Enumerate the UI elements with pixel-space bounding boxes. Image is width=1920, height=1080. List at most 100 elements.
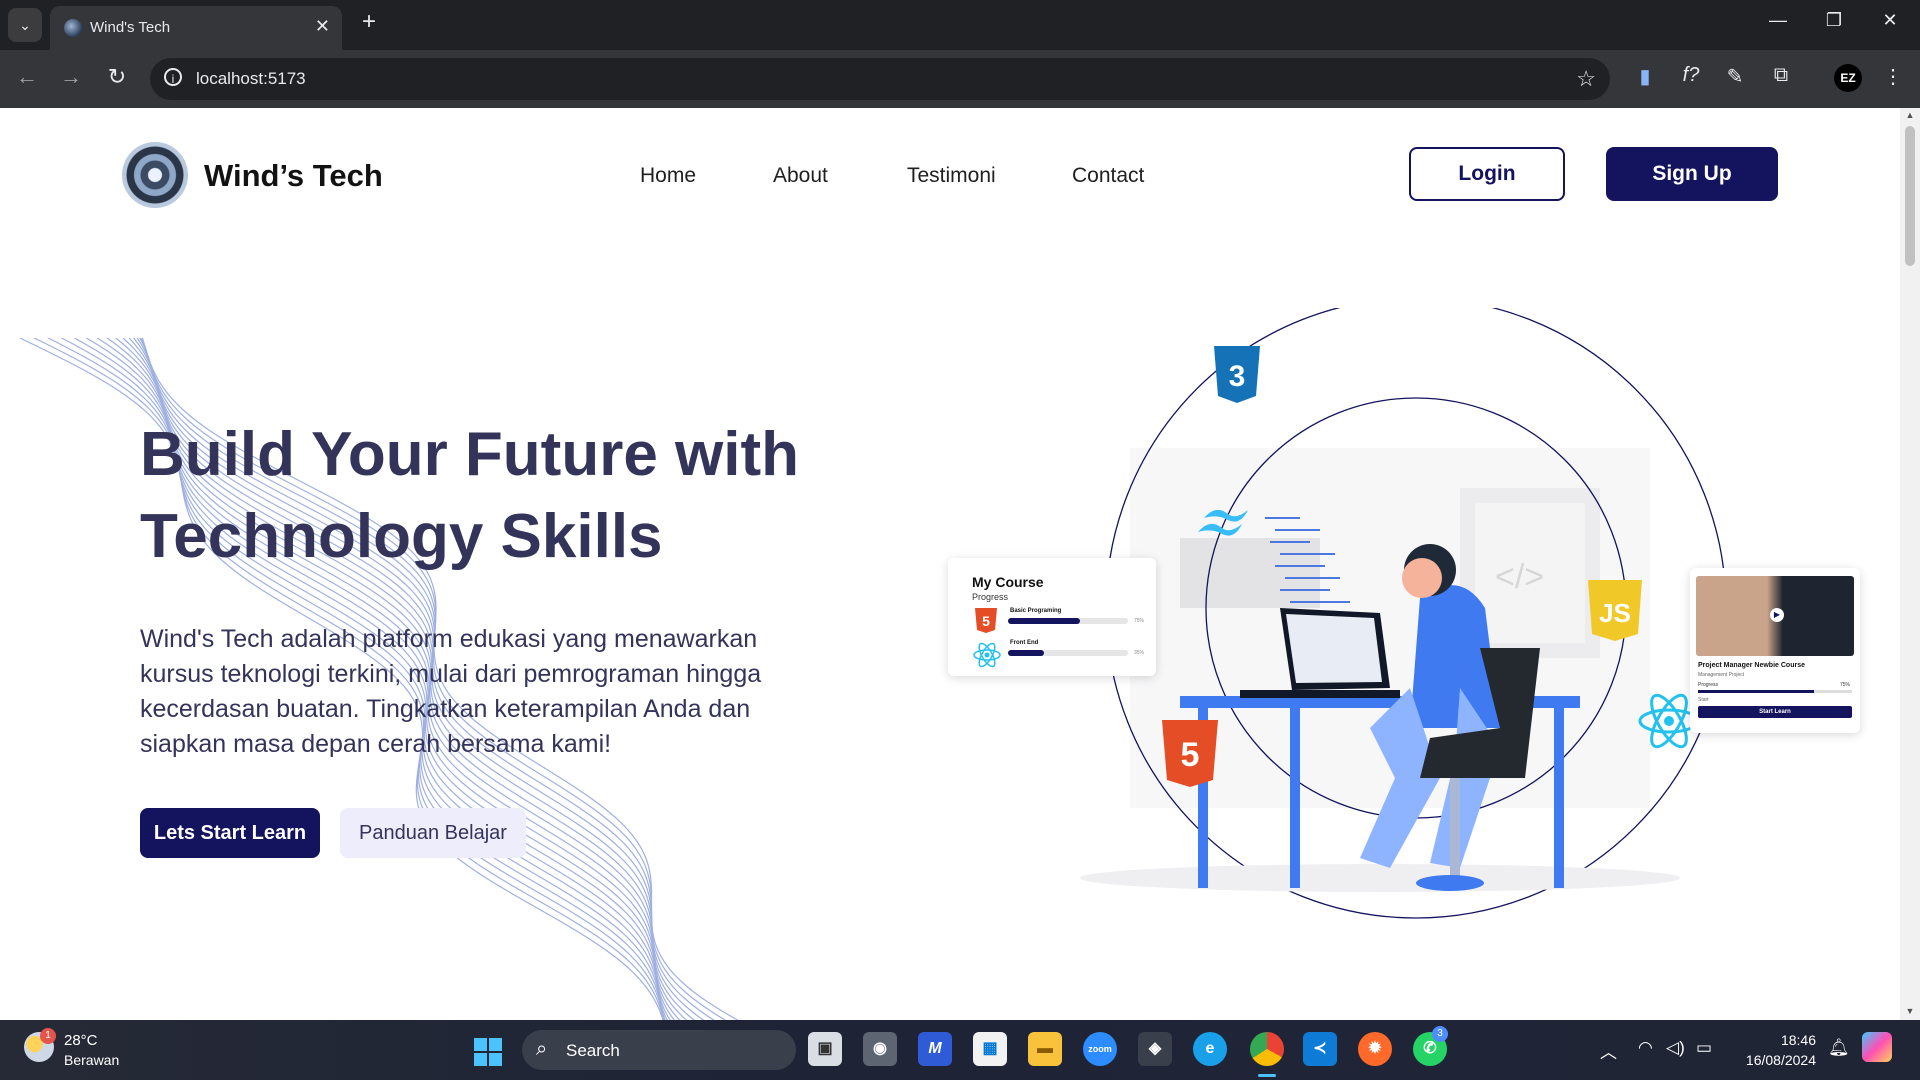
nav-home[interactable]: Home	[640, 164, 696, 188]
hero-description: Wind's Tech adalah platform edukasi yang…	[140, 625, 762, 758]
hero-title: Build Your Future with Technology Skills	[140, 420, 799, 571]
signup-button[interactable]: Sign Up	[1606, 147, 1778, 201]
project-course-title: Project Manager Newbie Course	[1698, 662, 1805, 669]
web-page: Wind’s Tech Home About Testimoni Contact…	[0, 108, 1900, 1020]
extension-icon[interactable]: ▮	[1630, 64, 1660, 89]
weather-temperature[interactable]: 28°C	[64, 1032, 98, 1049]
brand-name[interactable]: Wind’s Tech	[204, 158, 383, 194]
project-course-card: ▶ Project Manager Newbie Course Manageme…	[1690, 568, 1860, 733]
volume-icon[interactable]: ◁)	[1666, 1038, 1685, 1058]
course-thumbnail: ▶	[1696, 576, 1854, 656]
chevron-down-icon: ⌄	[19, 16, 31, 33]
chrome-icon[interactable]	[1250, 1032, 1284, 1066]
tab-close-icon[interactable]: ✕	[315, 16, 330, 37]
star-icon[interactable]: ☆	[1576, 66, 1596, 92]
new-tab-button[interactable]: +	[354, 8, 384, 36]
search-label: Search	[566, 1041, 620, 1060]
nav-testimoni[interactable]: Testimoni	[907, 164, 996, 188]
project-meta: Start	[1698, 697, 1709, 703]
back-icon[interactable]: ←	[12, 64, 42, 90]
unity-icon[interactable]: ◈	[1138, 1032, 1172, 1066]
html5-icon: 5	[1162, 720, 1218, 787]
close-window-button[interactable]: ✕	[1870, 10, 1910, 31]
app-m-icon[interactable]: M	[918, 1032, 952, 1066]
course-progress-percent: 35%	[1134, 650, 1145, 656]
search-icon: ⌕	[536, 1038, 548, 1060]
learning-guide-button[interactable]: Panduan Belajar	[340, 808, 526, 858]
zoom-icon[interactable]: zoom	[1083, 1032, 1117, 1066]
url-text[interactable]: localhost:5173	[196, 69, 306, 89]
nav-contact[interactable]: Contact	[1072, 164, 1144, 188]
course-progress-fill	[1008, 650, 1044, 656]
scroll-thumb[interactable]	[1905, 126, 1915, 266]
project-progress-fill	[1698, 690, 1814, 693]
scroll-up-icon[interactable]: ▲	[1904, 110, 1916, 120]
more-icon[interactable]: ⋮	[1878, 64, 1908, 89]
login-button[interactable]: Login	[1409, 147, 1565, 201]
weather-badge: 1	[40, 1028, 56, 1044]
firefox-icon[interactable]: ✹	[1358, 1032, 1392, 1066]
copilot-icon[interactable]	[1862, 1032, 1892, 1062]
html5-icon: 5	[975, 608, 997, 633]
info-icon[interactable]: i	[164, 68, 182, 86]
puzzle-icon[interactable]: ⧉	[1766, 64, 1796, 87]
taskbar-search[interactable]: ⌕ Search	[522, 1030, 796, 1070]
clock-date[interactable]: 16/08/2024	[1736, 1052, 1816, 1068]
tab-title: Wind's Tech	[90, 19, 171, 36]
my-course-subtitle: Progress	[972, 592, 1009, 602]
tab-list-button[interactable]: ⌄	[8, 8, 42, 42]
edge-icon[interactable]: e	[1193, 1032, 1227, 1066]
whatsapp-badge: 3	[1432, 1026, 1448, 1042]
minimize-button[interactable]: —	[1758, 10, 1798, 31]
windows-taskbar: 1 28°C Berawan ⌕ Search ▣ ◉ M ▦ ▬ zoom ◈…	[0, 1020, 1920, 1080]
javascript-icon: JS	[1588, 580, 1642, 641]
start-learn-button[interactable]: Lets Start Learn	[140, 808, 320, 858]
play-icon[interactable]: ▶	[1770, 608, 1784, 622]
notification-bell-icon[interactable]: 🔔︎	[1828, 1038, 1850, 1058]
profile-avatar[interactable]: EZ	[1834, 64, 1862, 92]
task-view-icon[interactable]: ▣	[808, 1032, 842, 1066]
vscode-icon[interactable]: ≺	[1303, 1032, 1337, 1066]
weather-description[interactable]: Berawan	[64, 1052, 119, 1068]
wifi-icon[interactable]: ◠	[1638, 1038, 1653, 1058]
browser-toolbar: ← → ↻ i localhost:5173 ☆ ▮ f? ✎ ⧉ EZ ⋮	[0, 50, 1920, 108]
start-learn-card-button[interactable]: Start Learn	[1698, 706, 1852, 718]
forward-icon[interactable]: →	[56, 64, 86, 90]
project-progress-bar	[1698, 690, 1852, 693]
address-bar[interactable]: i localhost:5173 ☆	[150, 58, 1610, 100]
svg-text:JS: JS	[1599, 598, 1631, 628]
react-icon	[973, 642, 1001, 668]
clock-time[interactable]: 18:46	[1780, 1032, 1816, 1048]
tailwind-icon	[1198, 509, 1248, 536]
my-course-title: My Course	[972, 574, 1044, 590]
course-progress-bar	[1008, 618, 1128, 624]
svg-text:3: 3	[1229, 360, 1246, 393]
my-course-card: My Course Progress 5 Basic Programing 75…	[948, 558, 1156, 676]
restore-button[interactable]: ❐	[1814, 10, 1854, 31]
course-row-label: Front End	[1010, 640, 1039, 646]
browser-titlebar: ⌄ Wind's Tech ✕ + — ❐ ✕	[0, 0, 1920, 50]
project-progress-percent: 75%	[1840, 682, 1851, 688]
reload-icon[interactable]: ↻	[102, 64, 132, 90]
svg-text:</>: </>	[1495, 558, 1544, 596]
scroll-down-icon[interactable]: ▼	[1904, 1006, 1916, 1016]
nav-about[interactable]: About	[773, 164, 828, 188]
browser-tab[interactable]: Wind's Tech ✕	[50, 6, 342, 50]
course-progress-fill	[1008, 618, 1080, 624]
camera-icon[interactable]: ◉	[863, 1032, 897, 1066]
brand-logo[interactable]	[122, 142, 188, 208]
css3-icon: 3	[1214, 346, 1260, 403]
store-icon[interactable]: ▦	[973, 1032, 1007, 1066]
svg-text:5: 5	[1181, 736, 1200, 774]
project-course-subtitle: Management Project	[1698, 672, 1745, 678]
battery-icon[interactable]: ▭	[1696, 1038, 1712, 1058]
tab-favicon-icon	[64, 19, 82, 37]
page-scrollbar[interactable]: ▲ ▼	[1900, 108, 1920, 1020]
function-icon[interactable]: f?	[1676, 64, 1706, 87]
course-progress-bar	[1008, 650, 1128, 656]
file-explorer-icon[interactable]: ▬	[1028, 1032, 1062, 1066]
svg-text:5: 5	[982, 613, 990, 629]
chevron-up-icon[interactable]: ︿	[1600, 1038, 1617, 1063]
eyedropper-icon[interactable]: ✎	[1720, 64, 1750, 89]
windows-start-icon[interactable]	[474, 1038, 502, 1066]
